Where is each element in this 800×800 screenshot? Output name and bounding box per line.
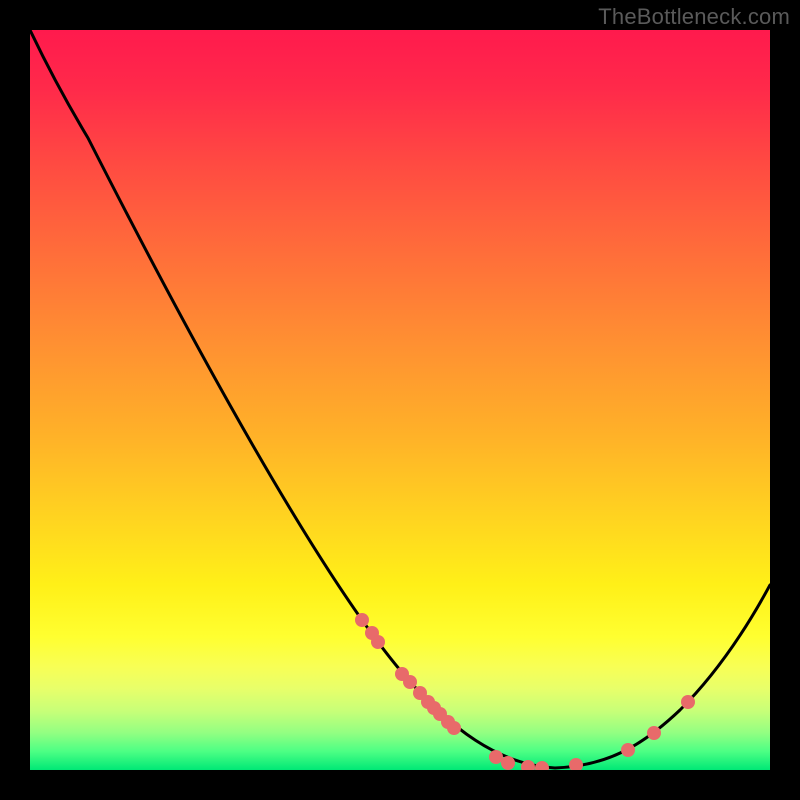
data-dot [355,613,369,627]
data-dot [647,726,661,740]
data-dot [489,750,503,764]
curve-layer [30,30,770,770]
data-dot [569,758,583,770]
data-dot [681,695,695,709]
data-dot [501,756,515,770]
bottleneck-curve [30,30,770,768]
chart-frame: TheBottleneck.com [0,0,800,800]
data-dot [403,675,417,689]
data-dot [621,743,635,757]
data-dot [371,635,385,649]
dots-group [355,613,695,770]
data-dot [535,761,549,770]
watermark-text: TheBottleneck.com [598,4,790,30]
data-dot [447,721,461,735]
plot-area [30,30,770,770]
